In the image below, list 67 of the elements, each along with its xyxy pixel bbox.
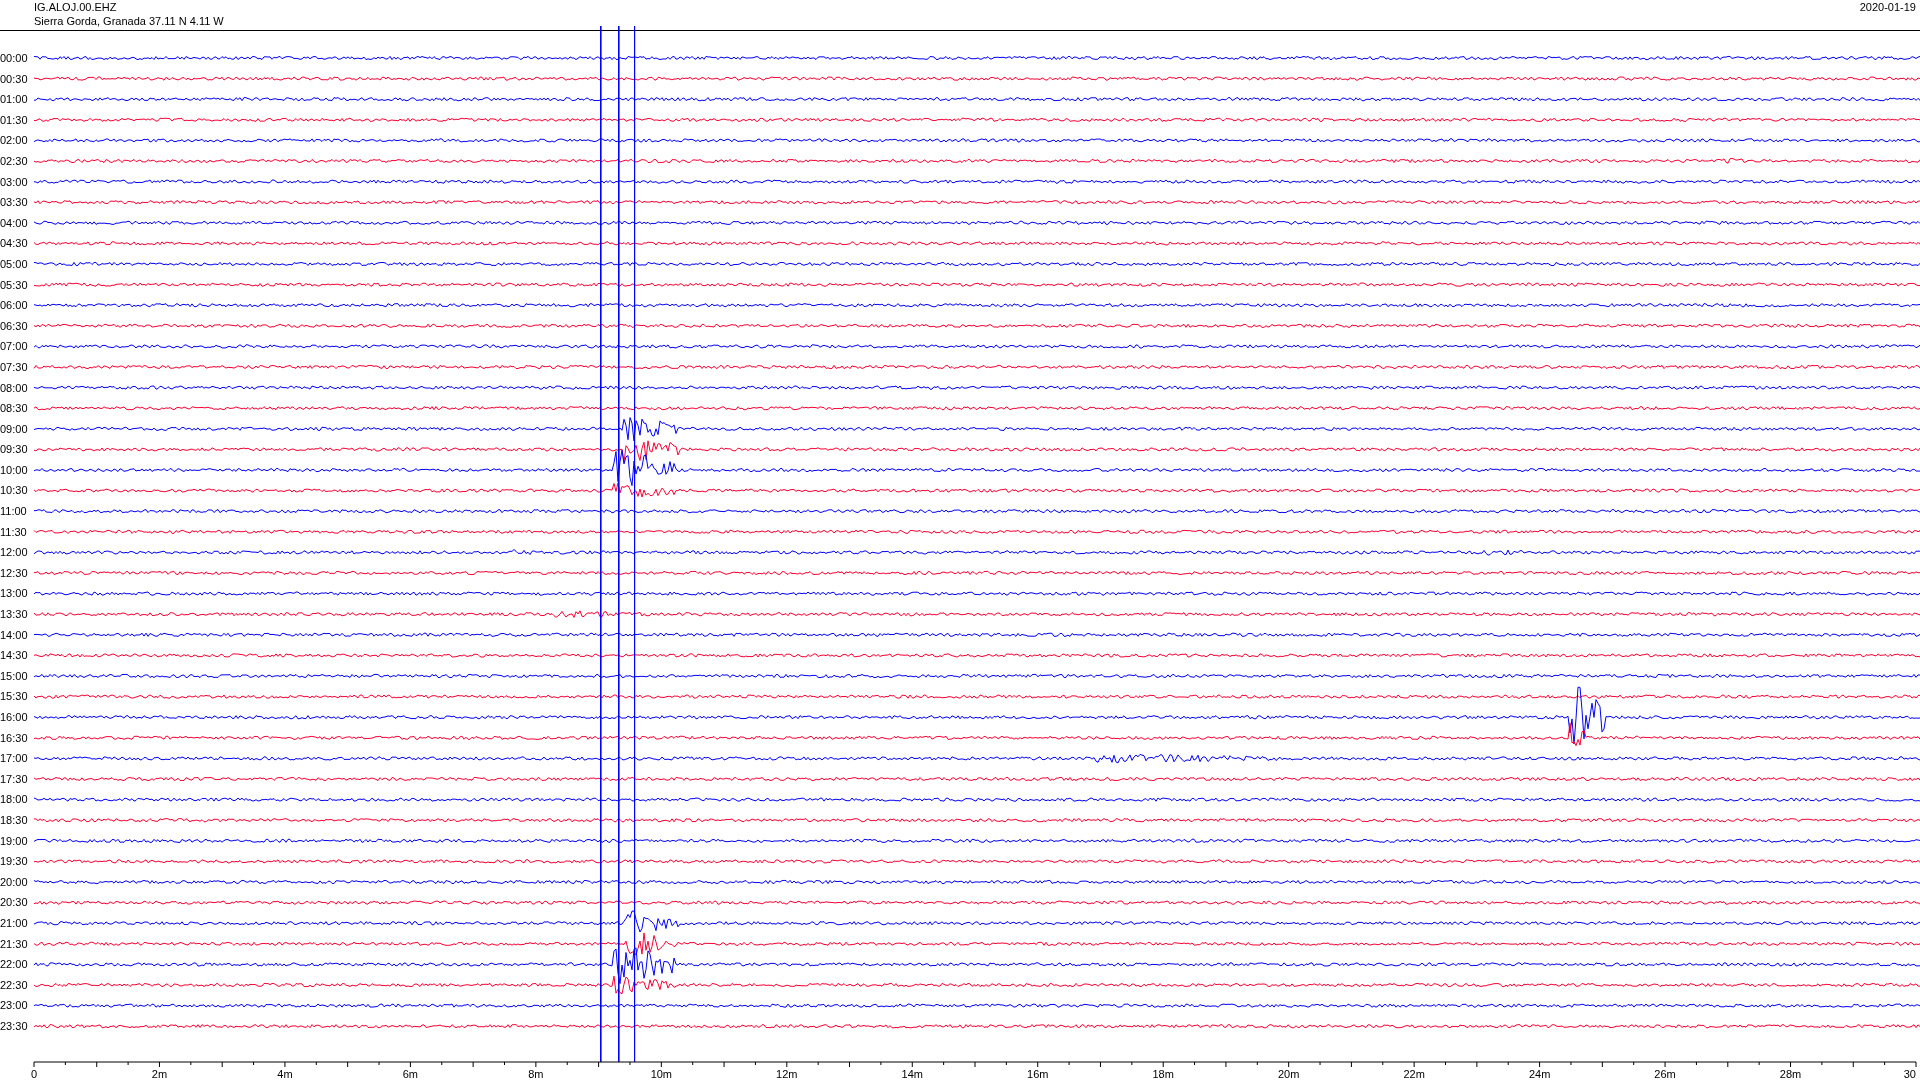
station-location: Sierra Gorda, Granada 37.11 N 4.11 W (34, 14, 224, 28)
time-label: 01:30 (0, 112, 29, 128)
time-label: 04:00 (0, 215, 29, 231)
time-label: 23:00 (0, 998, 29, 1014)
time-label: 01:00 (0, 92, 29, 108)
time-label: 22:30 (0, 977, 29, 993)
axis-tick-label: 14m (901, 1068, 923, 1080)
time-label: 12:00 (0, 545, 29, 561)
time-label: 21:00 (0, 915, 29, 931)
time-label: 09:30 (0, 442, 29, 458)
time-label: 23:30 (0, 1018, 29, 1034)
time-label: 07:30 (0, 359, 29, 375)
time-label: 09:00 (0, 421, 29, 437)
time-label: 10:00 (0, 462, 29, 478)
axis-tick-label: 28m (1779, 1068, 1802, 1080)
axis-tick-label: 6m (402, 1068, 419, 1080)
axis-tick-label: 0 (30, 1068, 38, 1080)
axis-tick-label: 12m (776, 1068, 798, 1080)
time-label: 15:00 (0, 668, 29, 684)
axis-tick-label: 10m (650, 1068, 673, 1080)
axis-tick-label: 18m (1152, 1068, 1174, 1080)
axis-tick-label: 24m (1528, 1068, 1551, 1080)
time-label: 05:30 (0, 277, 29, 293)
time-label: 04:30 (0, 236, 29, 252)
axis-tick-label: 2m (151, 1068, 168, 1080)
axis-tick-label: 8m (528, 1068, 544, 1080)
time-label: 02:30 (0, 153, 29, 169)
station-code: IG.ALOJ.00.EHZ (34, 0, 118, 14)
time-label: 19:00 (0, 833, 29, 849)
time-label: 20:00 (0, 874, 29, 890)
time-label: 18:30 (0, 812, 29, 828)
time-label: 08:00 (0, 380, 29, 396)
time-label: 22:00 (0, 957, 29, 973)
time-label: 16:30 (0, 730, 29, 746)
time-label: 15:30 (0, 689, 29, 705)
axis-tick-label: 30 (1903, 1068, 1916, 1080)
time-label: 13:30 (0, 607, 29, 623)
time-label: 06:30 (0, 318, 29, 334)
axis-tick-label: 26m (1654, 1068, 1676, 1080)
time-label: 03:00 (0, 174, 29, 190)
axis-tick-label: 16m (1027, 1068, 1049, 1080)
time-label: 16:00 (0, 710, 29, 725)
axis-tick-label: 20m (1277, 1068, 1300, 1080)
time-label: 14:00 (0, 627, 29, 643)
time-label: 05:00 (0, 256, 29, 272)
time-label: 07:00 (0, 339, 29, 355)
time-label: 17:00 (0, 751, 29, 767)
time-label: 08:30 (0, 401, 29, 417)
date-label: 2020-01-19 (1859, 0, 1916, 15)
axis-tick-label: 4m (277, 1068, 293, 1080)
time-label: 00:30 (0, 71, 29, 87)
time-label: 10:30 (0, 483, 29, 499)
time-label: 20:30 (0, 895, 29, 911)
time-label: 11:30 (0, 524, 28, 540)
time-label: 14:30 (0, 648, 29, 664)
time-label: 18:00 (0, 792, 29, 808)
time-label: 03:30 (0, 195, 29, 211)
time-label: 06:00 (0, 298, 29, 314)
time-label: 00:00 (0, 51, 29, 66)
time-label: 17:30 (0, 771, 29, 787)
time-label: 11:00 (0, 504, 28, 520)
time-label: 02:00 (0, 133, 29, 149)
time-label: 19:30 (0, 854, 29, 870)
axis-tick-label: 22m (1403, 1068, 1425, 1080)
time-label: 13:00 (0, 586, 29, 602)
time-label: 12:30 (0, 565, 29, 581)
time-label: 21:30 (0, 936, 29, 952)
